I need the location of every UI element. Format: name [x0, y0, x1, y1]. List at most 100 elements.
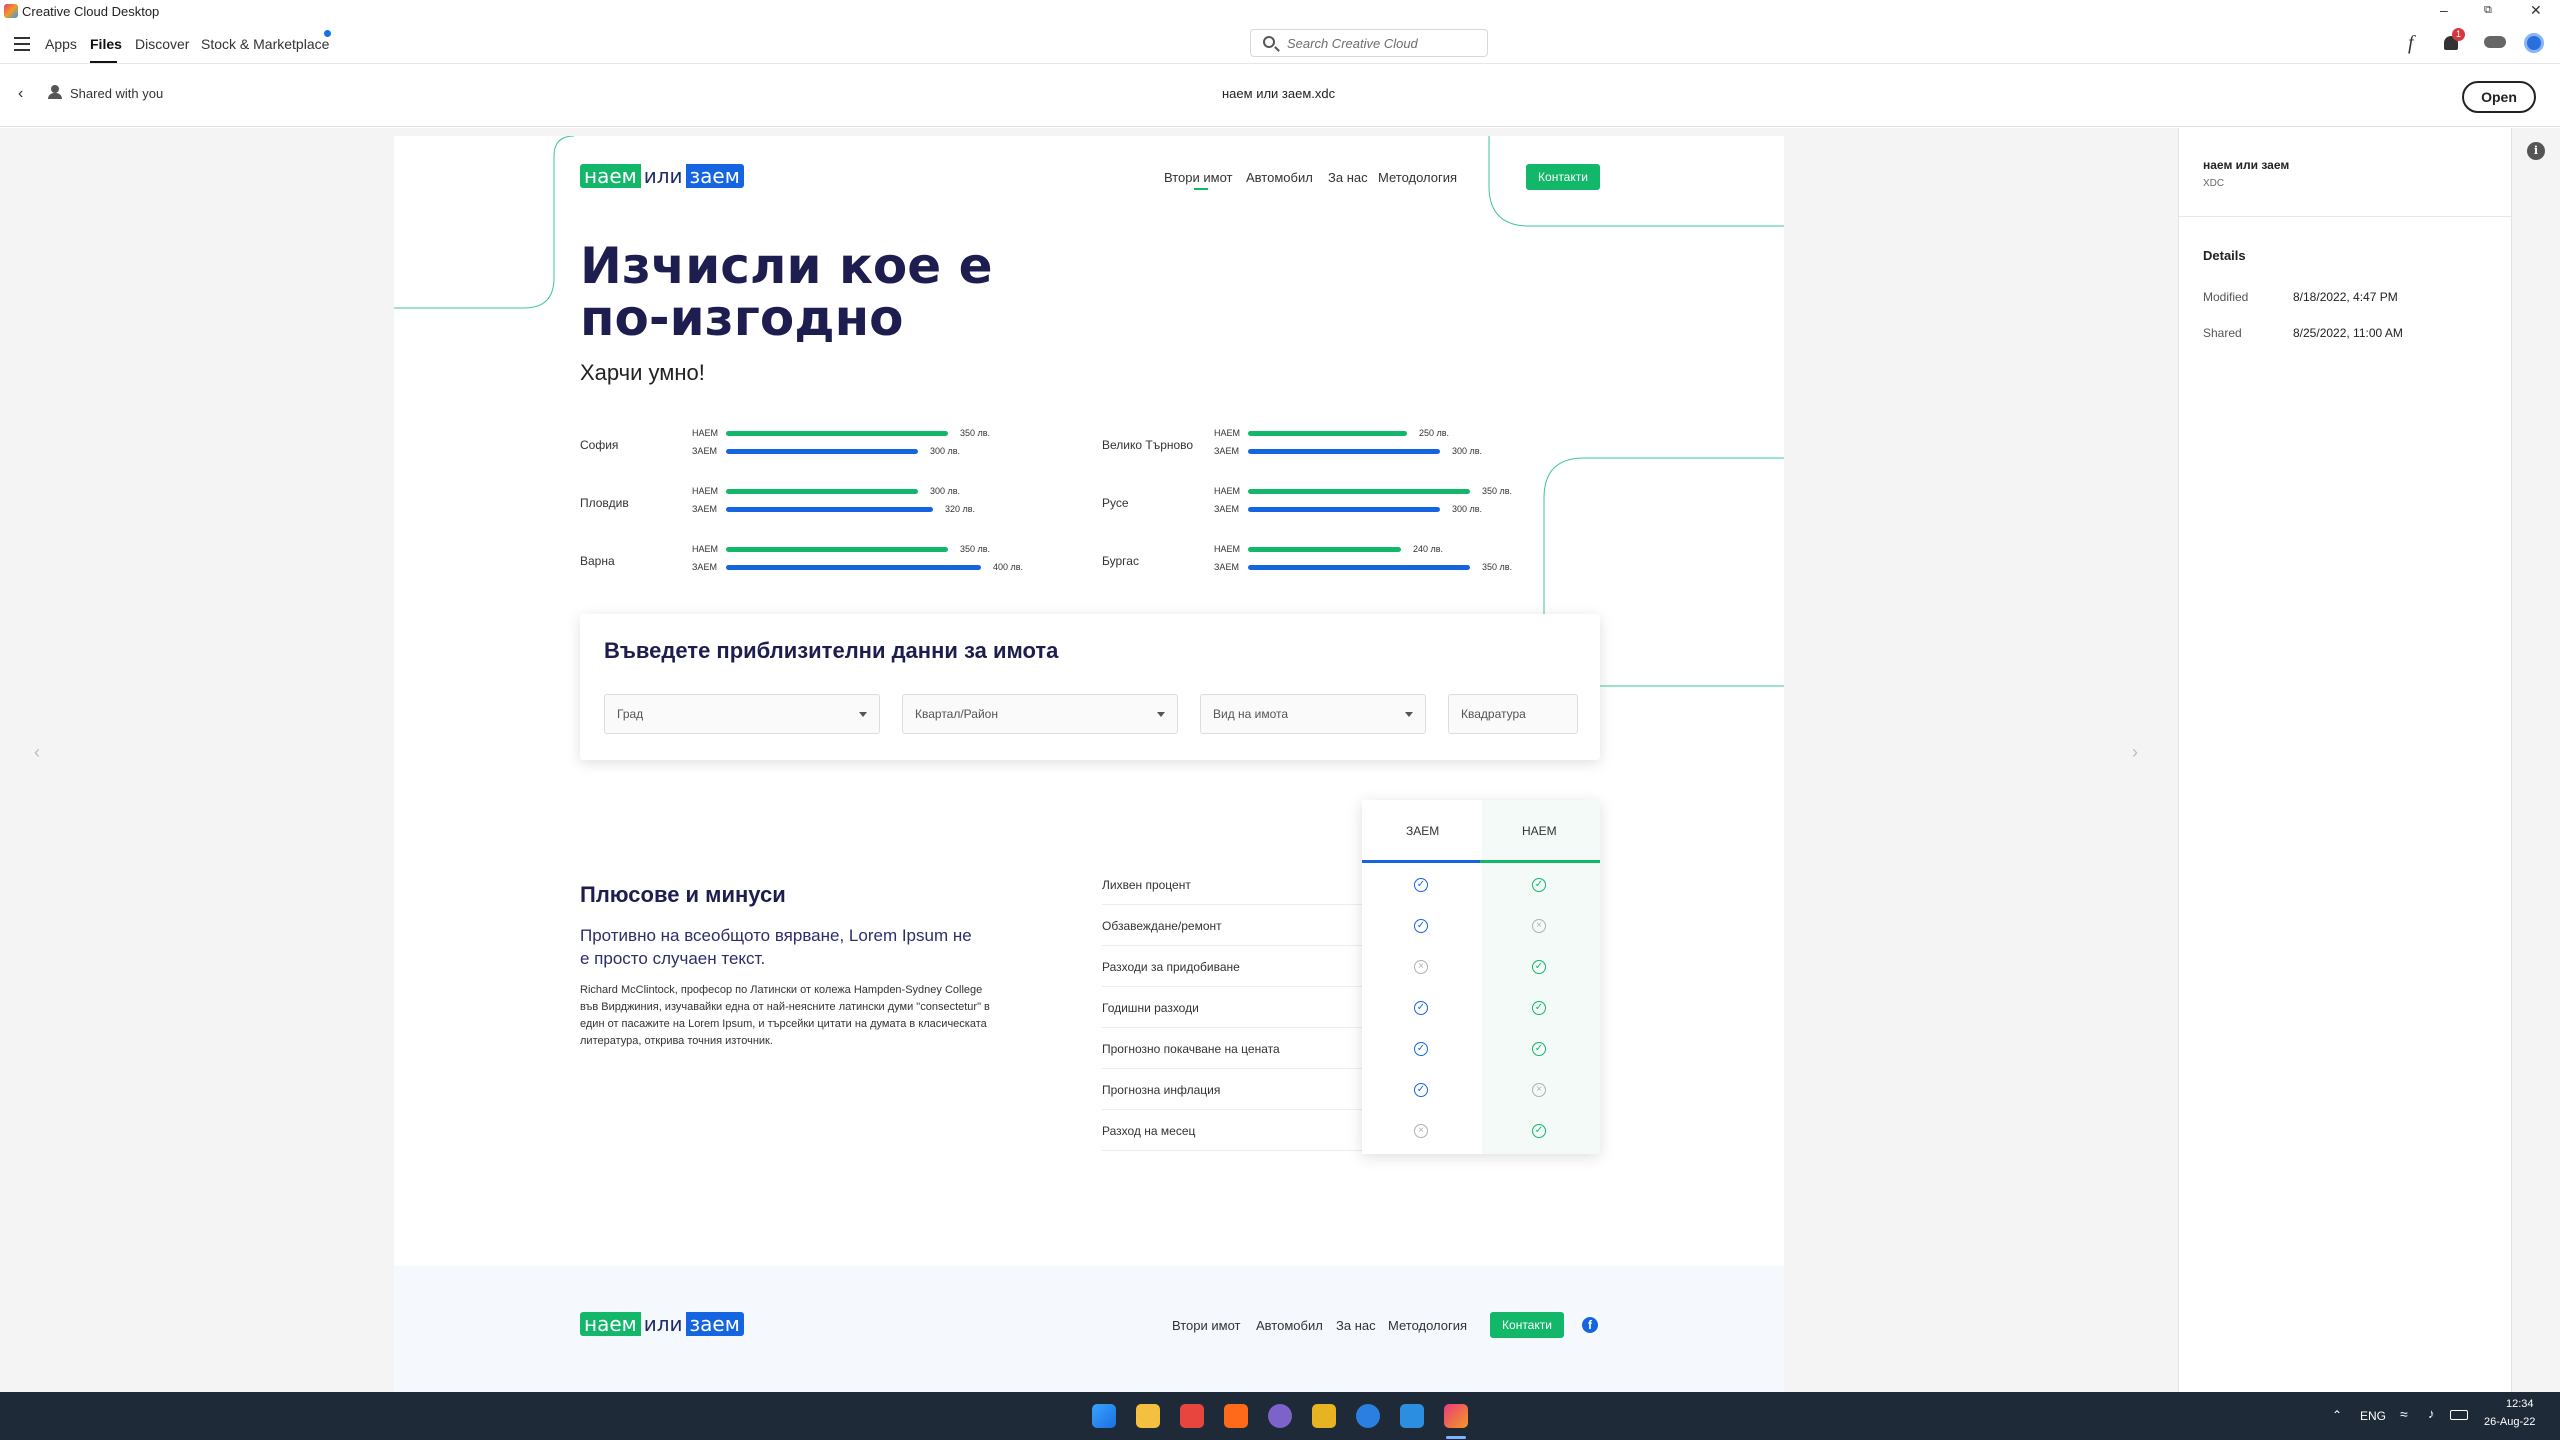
- tab-discover[interactable]: Discover: [135, 36, 189, 52]
- close-icon[interactable]: ✕: [2530, 2, 2542, 19]
- tab-apps[interactable]: Apps: [45, 36, 77, 52]
- details-heading: Details: [2203, 248, 2246, 263]
- loan-bar: [726, 449, 918, 454]
- design-artboard: наем или заем Втори имот Автомобил За на…: [394, 136, 1784, 1392]
- loan-bar: [726, 565, 981, 570]
- app-icon-blue[interactable]: [1356, 1404, 1380, 1428]
- vscode-icon[interactable]: [1400, 1404, 1424, 1428]
- prev-artboard-icon[interactable]: ‹: [34, 742, 40, 763]
- property-type-value: Вид на имота: [1213, 707, 1289, 721]
- clock-date[interactable]: 26-Aug-22: [2484, 1416, 2535, 1428]
- rent-bar: [726, 489, 918, 494]
- brave-browser-icon[interactable]: [1224, 1404, 1248, 1428]
- footer-nav-second-property[interactable]: Втори имот: [1172, 1318, 1240, 1333]
- info-icon[interactable]: i: [2527, 142, 2545, 160]
- col-header-loan: ЗАЕМ: [1406, 824, 1440, 838]
- active-app-indicator: [1446, 1436, 1466, 1439]
- tab-stock-marketplace[interactable]: Stock & Marketplace: [201, 36, 329, 52]
- hero-headline: Изчисли кое е по-изгодно: [580, 237, 993, 347]
- active-tab-underline: [90, 61, 117, 63]
- tab-files[interactable]: Files: [90, 36, 122, 52]
- loan-bar: [1248, 507, 1440, 512]
- chevron-down-icon: [1157, 712, 1165, 717]
- comparison-labels: Лихвен процент Обзавеждане/ремонт Разходи …: [1102, 864, 1372, 1154]
- pros-cons-title: Плюсове и минуси: [580, 882, 786, 907]
- app-icon-yellow[interactable]: [1312, 1404, 1336, 1428]
- nav-about[interactable]: За нас: [1328, 170, 1368, 185]
- chevron-down-icon: [1405, 712, 1413, 717]
- rent-bar: [726, 431, 948, 436]
- open-button[interactable]: Open: [2462, 81, 2536, 113]
- site-footer: наем или заем Втори имот Автомобил За на…: [394, 1266, 1784, 1392]
- nav-active-indicator: [1194, 188, 1208, 190]
- rent-column-underline: [1480, 860, 1600, 863]
- loan-value: 400 лв.: [993, 562, 1024, 572]
- breadcrumb-shared-with-you[interactable]: Shared with you: [70, 86, 163, 101]
- footer-logo[interactable]: наем или заем: [580, 1312, 744, 1336]
- district-select-value: Квартал/Район: [915, 707, 998, 721]
- check-icon: ✓: [1532, 1124, 1546, 1138]
- windows-taskbar: ⌃ ENG ≈ ♪ 12:34 26-Aug-22: [0, 1392, 2560, 1440]
- logo-part-or: или: [643, 164, 683, 188]
- rent-value: 350 лв.: [1482, 486, 1513, 496]
- footer-nav-methodology[interactable]: Методология: [1388, 1318, 1467, 1333]
- artboard-viewer: ‹ › наем или заем Втори имот Автомобил З…: [0, 128, 2178, 1392]
- search-input[interactable]: Search Creative Cloud: [1250, 29, 1488, 57]
- rent-value: 350 лв.: [960, 544, 991, 554]
- back-arrow-icon[interactable]: ‹: [18, 85, 23, 103]
- loan-label: ЗАЕМ: [692, 562, 717, 572]
- details-panel: наем или заем XDC Details Modified 8/18/…: [2178, 128, 2560, 1392]
- comparison-row-label: Годишни разходи: [1102, 987, 1372, 1028]
- rent-label: НАЕМ: [1214, 486, 1241, 496]
- language-indicator[interactable]: ENG: [2360, 1409, 2386, 1423]
- nav-methodology[interactable]: Методология: [1378, 170, 1457, 185]
- wifi-icon[interactable]: ≈: [2400, 1406, 2408, 1422]
- start-icon[interactable]: [1092, 1404, 1116, 1428]
- volume-icon[interactable]: ♪: [2428, 1406, 2435, 1421]
- contact-button[interactable]: Контакти: [1526, 164, 1600, 190]
- minimize-icon[interactable]: –: [2440, 2, 2448, 18]
- rent-label: НАЕМ: [692, 428, 719, 438]
- panel-rail: i: [2511, 128, 2560, 1392]
- property-type-select[interactable]: Вид на имота: [1200, 694, 1426, 734]
- battery-icon[interactable]: [2450, 1410, 2468, 1420]
- cloud-icon[interactable]: [2484, 36, 2506, 48]
- rent-bar: [1248, 489, 1470, 494]
- footer-nav-about[interactable]: За нас: [1336, 1318, 1376, 1333]
- site-logo[interactable]: наем или заем: [580, 164, 744, 188]
- check-icon: ✓: [1414, 878, 1428, 892]
- fonts-icon[interactable]: f: [2408, 32, 2414, 55]
- nav-car[interactable]: Автомобил: [1246, 170, 1313, 185]
- next-artboard-icon[interactable]: ›: [2132, 742, 2138, 763]
- avatar[interactable]: [2524, 33, 2544, 53]
- city-name: Велико Търново: [1102, 438, 1194, 452]
- panel-file-type: XDC: [2203, 178, 2225, 189]
- facebook-icon[interactable]: f: [1582, 1317, 1598, 1333]
- restore-icon[interactable]: ⧉: [2484, 4, 2492, 17]
- creative-cloud-taskbar-icon[interactable]: [1444, 1404, 1468, 1428]
- check-icon: ✓: [1414, 1083, 1428, 1097]
- area-input[interactable]: Квадратура: [1448, 694, 1578, 734]
- nav-second-property[interactable]: Втори имот: [1164, 170, 1232, 185]
- users-icon: [48, 85, 62, 99]
- city-name: Бургас: [1102, 554, 1139, 568]
- comparison-card: ЗАЕМ НАЕМ ✓ ✓ ✓ × × ✓ ✓ ✓ ✓ ✓ ✓ × × ✓: [1362, 800, 1600, 1154]
- loan-bar: [726, 507, 933, 512]
- district-select[interactable]: Квартал/Район: [902, 694, 1178, 734]
- tray-chevron-icon[interactable]: ⌃: [2332, 1408, 2342, 1422]
- footer-nav-car[interactable]: Автомобил: [1256, 1318, 1323, 1333]
- footer-contact-button[interactable]: Контакти: [1490, 1312, 1564, 1338]
- app-icon-red[interactable]: [1180, 1404, 1204, 1428]
- viber-icon[interactable]: [1268, 1404, 1292, 1428]
- rent-label: НАЕМ: [692, 544, 719, 554]
- shared-value: 8/25/2022, 11:00 AM: [2293, 326, 2403, 340]
- loan-label: ЗАЕМ: [1214, 446, 1239, 456]
- hamburger-menu-icon[interactable]: [14, 37, 30, 55]
- clock-time[interactable]: 12:34: [2506, 1398, 2534, 1410]
- file-explorer-icon[interactable]: [1136, 1404, 1160, 1428]
- check-icon: ✓: [1414, 1001, 1428, 1015]
- city-select[interactable]: Град: [604, 694, 880, 734]
- app-menubar: Apps Files Discover Stock & Marketplace …: [0, 22, 2560, 64]
- loan-bar: [1248, 565, 1470, 570]
- shared-label: Shared: [2203, 326, 2242, 340]
